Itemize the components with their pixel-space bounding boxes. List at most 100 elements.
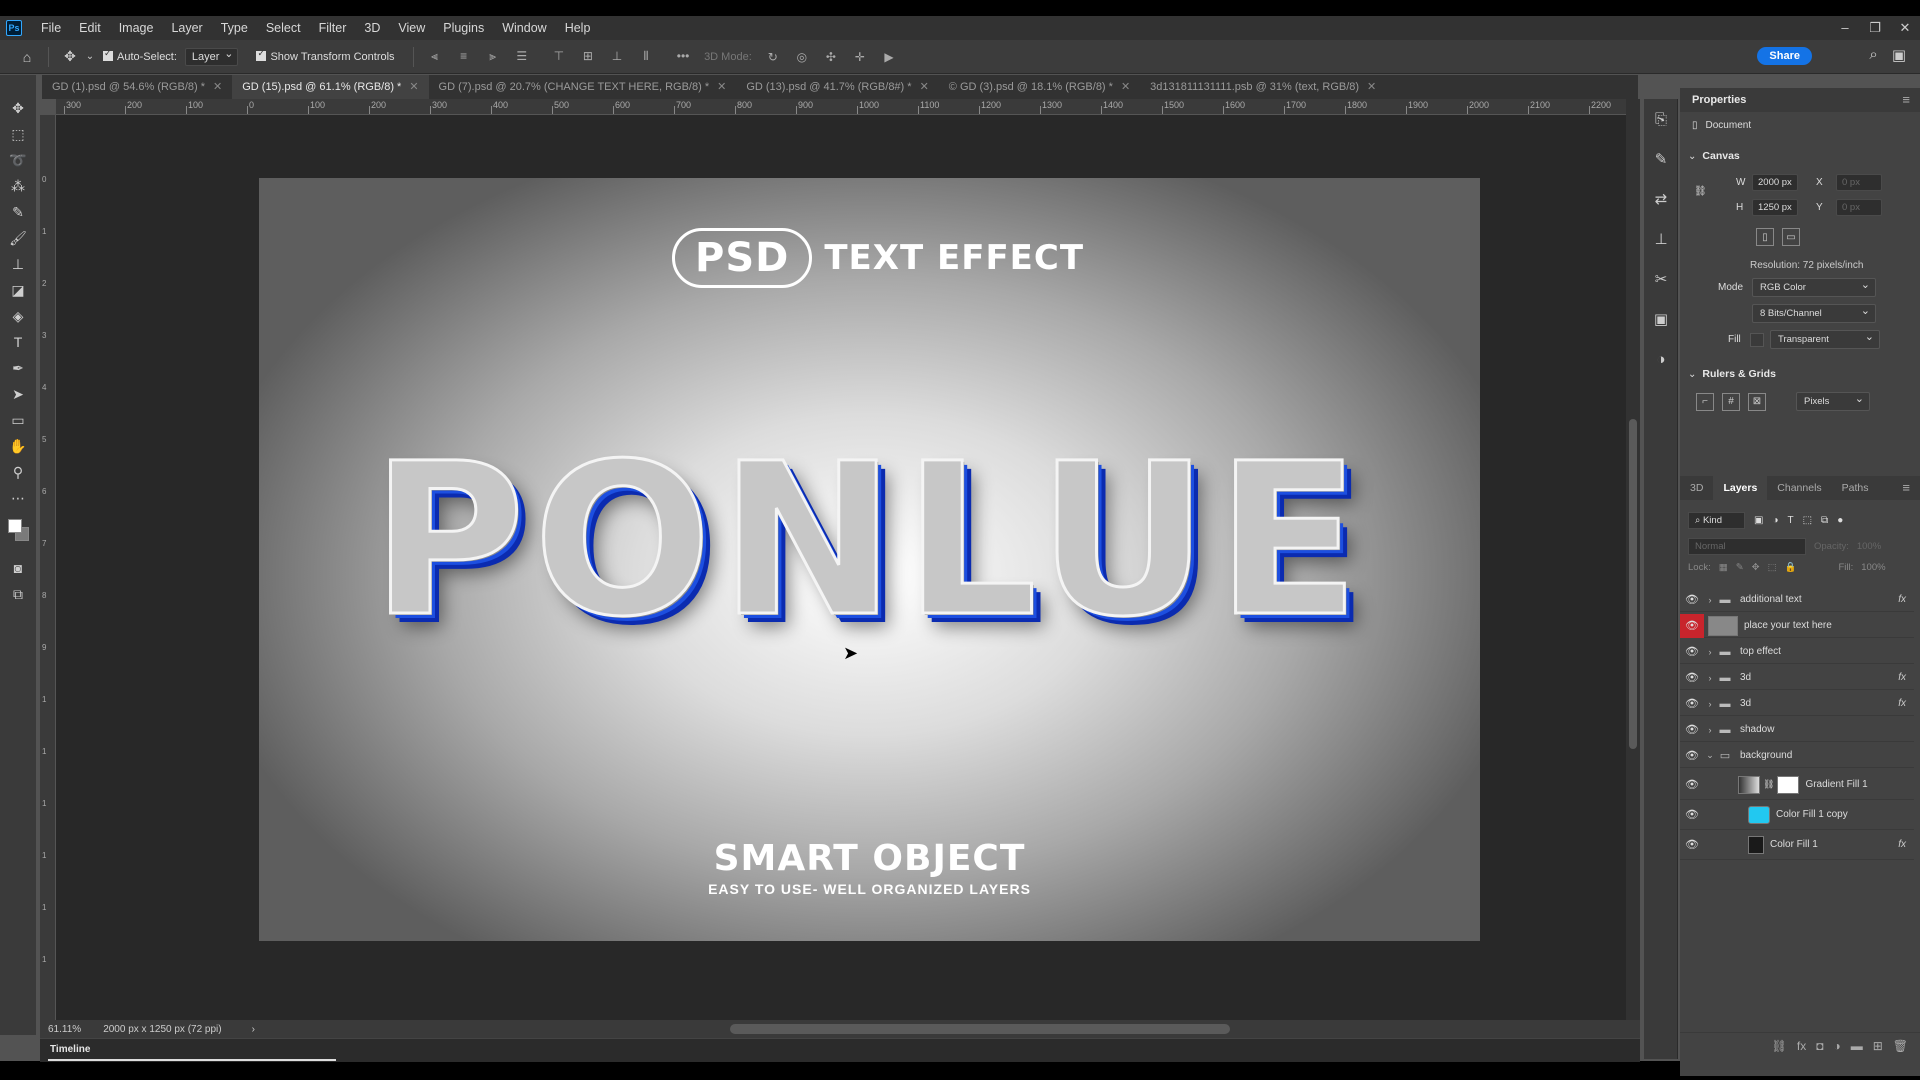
- layer-row-selected[interactable]: 👁 place your text here: [1680, 613, 1914, 638]
- fill-swatch[interactable]: [1750, 332, 1764, 347]
- layer-name[interactable]: 3d: [1740, 698, 1898, 709]
- 3d-camera-icon[interactable]: ▶: [876, 50, 902, 64]
- x-field[interactable]: 0 px: [1836, 174, 1882, 191]
- libraries-icon[interactable]: ▣: [1644, 299, 1678, 339]
- color-wheel-icon[interactable]: ◑: [1644, 339, 1678, 379]
- rectangle-icon[interactable]: ▭: [0, 407, 36, 433]
- layer-name[interactable]: shadow: [1740, 724, 1914, 735]
- hand-icon[interactable]: ✋: [0, 433, 36, 459]
- auto-select-dropdown[interactable]: Layer: [184, 47, 239, 66]
- layer-name[interactable]: place your text here: [1744, 620, 1914, 631]
- 3d-roll-icon[interactable]: ◎: [789, 50, 815, 64]
- brush-icon[interactable]: 🖌: [0, 225, 36, 251]
- new-group-icon[interactable]: ▬: [1851, 1039, 1863, 1053]
- document-tab[interactable]: © GD (3).psd @ 18.1% (RGB/8) * ✕: [939, 75, 1140, 99]
- visibility-eye-icon[interactable]: 👁: [1680, 749, 1704, 762]
- align-top-icon[interactable]: ⊤: [546, 49, 572, 63]
- layers-menu-icon[interactable]: ≡: [1902, 480, 1910, 495]
- close-icon[interactable]: ✕: [213, 75, 222, 99]
- timeline-label[interactable]: Timeline: [50, 1044, 90, 1055]
- canvas-workspace[interactable]: PSD TEXT EFFECT PONLUE SMART OBJECT EASY…: [56, 115, 1626, 1020]
- move-tool-icon[interactable]: ✥: [57, 48, 83, 65]
- filter-pixel-icon[interactable]: ▣: [1754, 515, 1763, 526]
- brush-settings-icon[interactable]: ✎: [1644, 139, 1678, 179]
- grid-toggle-icon[interactable]: #: [1722, 392, 1740, 411]
- delete-layer-icon[interactable]: 🗑: [1893, 1039, 1908, 1053]
- menu-window[interactable]: Window: [493, 16, 555, 40]
- landscape-icon[interactable]: ▭: [1782, 228, 1800, 246]
- filter-adjustment-icon[interactable]: ◑: [1772, 515, 1778, 526]
- filter-toggle-icon[interactable]: ●: [1837, 515, 1843, 526]
- menu-plugins[interactable]: Plugins: [434, 16, 493, 40]
- show-transform-checkbox[interactable]: Show Transform Controls: [256, 48, 395, 63]
- chevron-right-icon[interactable]: ›: [1704, 595, 1716, 605]
- document-tab[interactable]: GD (7).psd @ 20.7% (CHANGE TEXT HERE, RG…: [429, 75, 737, 99]
- units-dropdown[interactable]: Pixels: [1796, 392, 1870, 411]
- align-center-h-icon[interactable]: ≡: [451, 49, 477, 63]
- blend-mode-dropdown[interactable]: Normal: [1688, 538, 1806, 555]
- layer-name[interactable]: background: [1740, 750, 1914, 761]
- 3d-pan-icon[interactable]: ✣: [818, 50, 844, 64]
- visibility-eye-icon[interactable]: 👁: [1680, 645, 1704, 658]
- eraser-icon[interactable]: ◪: [0, 277, 36, 303]
- menu-3d[interactable]: 3D: [355, 16, 389, 40]
- layer-name[interactable]: top effect: [1740, 646, 1914, 657]
- lasso-icon[interactable]: ➰: [0, 147, 36, 173]
- clone-source-icon[interactable]: ⊥: [1644, 219, 1678, 259]
- layer-row[interactable]: 👁 › ▬ 3d fx: [1680, 666, 1914, 690]
- type-icon[interactable]: T: [0, 329, 36, 355]
- align-left-icon[interactable]: ⫷: [422, 49, 448, 64]
- marquee-icon[interactable]: ⬚: [0, 121, 36, 147]
- document-tab[interactable]: 3d131811131111.psb @ 31% (text, RGB/8) ✕: [1140, 75, 1386, 99]
- document-tab-active[interactable]: GD (15).psd @ 61.1% (RGB/8) * ✕: [232, 75, 429, 99]
- workspace-icon[interactable]: ▣: [1892, 46, 1906, 64]
- visibility-eye-icon[interactable]: 👁: [1680, 697, 1704, 710]
- menu-type[interactable]: Type: [212, 16, 257, 40]
- fx-icon[interactable]: fx: [1898, 594, 1906, 605]
- menu-help[interactable]: Help: [556, 16, 600, 40]
- chevron-right-icon[interactable]: ›: [1704, 673, 1716, 683]
- layer-row[interactable]: 👁 Color Fill 1 copy: [1680, 800, 1914, 830]
- bit-depth-dropdown[interactable]: 8 Bits/Channel: [1752, 304, 1876, 323]
- opacity-value[interactable]: 100%: [1857, 541, 1881, 552]
- new-layer-icon[interactable]: ⊞: [1873, 1039, 1883, 1053]
- tab-layers[interactable]: Layers: [1713, 476, 1768, 500]
- paint-bucket-icon[interactable]: ◈: [0, 303, 36, 329]
- zoom-level[interactable]: 61.11%: [48, 1024, 81, 1035]
- align-bottom-icon[interactable]: ⊥: [604, 49, 630, 63]
- menu-select[interactable]: Select: [257, 16, 310, 40]
- chevron-right-icon[interactable]: ›: [1704, 647, 1716, 657]
- 3d-slide-icon[interactable]: ✛: [847, 50, 873, 64]
- add-mask-icon[interactable]: ◘: [1816, 1039, 1823, 1053]
- visibility-eye-icon[interactable]: 👁: [1680, 671, 1704, 684]
- menu-filter[interactable]: Filter: [310, 16, 356, 40]
- y-field[interactable]: 0 px: [1836, 199, 1882, 216]
- document-canvas[interactable]: PSD TEXT EFFECT PONLUE SMART OBJECT EASY…: [259, 178, 1480, 941]
- history-icon[interactable]: ⎘: [1644, 99, 1678, 139]
- close-icon[interactable]: ✕: [409, 75, 418, 99]
- close-icon[interactable]: ✕: [1121, 75, 1130, 99]
- scrollbar-thumb[interactable]: [1629, 419, 1637, 749]
- fx-icon[interactable]: fx: [1898, 839, 1906, 850]
- link-layers-icon[interactable]: ⛓: [1772, 1039, 1787, 1053]
- adjustment-layer-icon[interactable]: ◑: [1833, 1039, 1840, 1053]
- home-icon[interactable]: ⌂: [14, 49, 40, 65]
- menu-image[interactable]: Image: [110, 16, 163, 40]
- chevron-right-icon[interactable]: ›: [1704, 699, 1716, 709]
- document-tab[interactable]: GD (13).psd @ 41.7% (RGB/8#) * ✕: [736, 75, 938, 99]
- search-icon[interactable]: ⌕: [1869, 46, 1877, 64]
- vertical-ruler[interactable]: 0 1 2 3 4 5 6 7 8 9 1 1 1 1 1 1: [40, 115, 56, 1020]
- layer-name[interactable]: Gradient Fill 1: [1805, 779, 1914, 790]
- horizontal-scrollbar[interactable]: [730, 1024, 1230, 1034]
- layer-row[interactable]: 👁 › ▬ additional text fx: [1680, 588, 1914, 612]
- fill-value[interactable]: 100%: [1861, 562, 1885, 573]
- screen-mode-icon[interactable]: ⧉: [0, 581, 36, 607]
- color-swatches[interactable]: [0, 511, 36, 555]
- visibility-eye-icon[interactable]: 👁: [1680, 593, 1704, 606]
- layer-name[interactable]: Color Fill 1 copy: [1776, 809, 1914, 820]
- menu-layer[interactable]: Layer: [162, 16, 211, 40]
- link-icon[interactable]: ⛓: [1694, 186, 1707, 197]
- close-window-icon[interactable]: ✕: [1890, 16, 1920, 40]
- layer-name[interactable]: Color Fill 1: [1770, 839, 1898, 850]
- rulers-section-header[interactable]: ⌄ Rulers & Grids: [1688, 368, 1776, 380]
